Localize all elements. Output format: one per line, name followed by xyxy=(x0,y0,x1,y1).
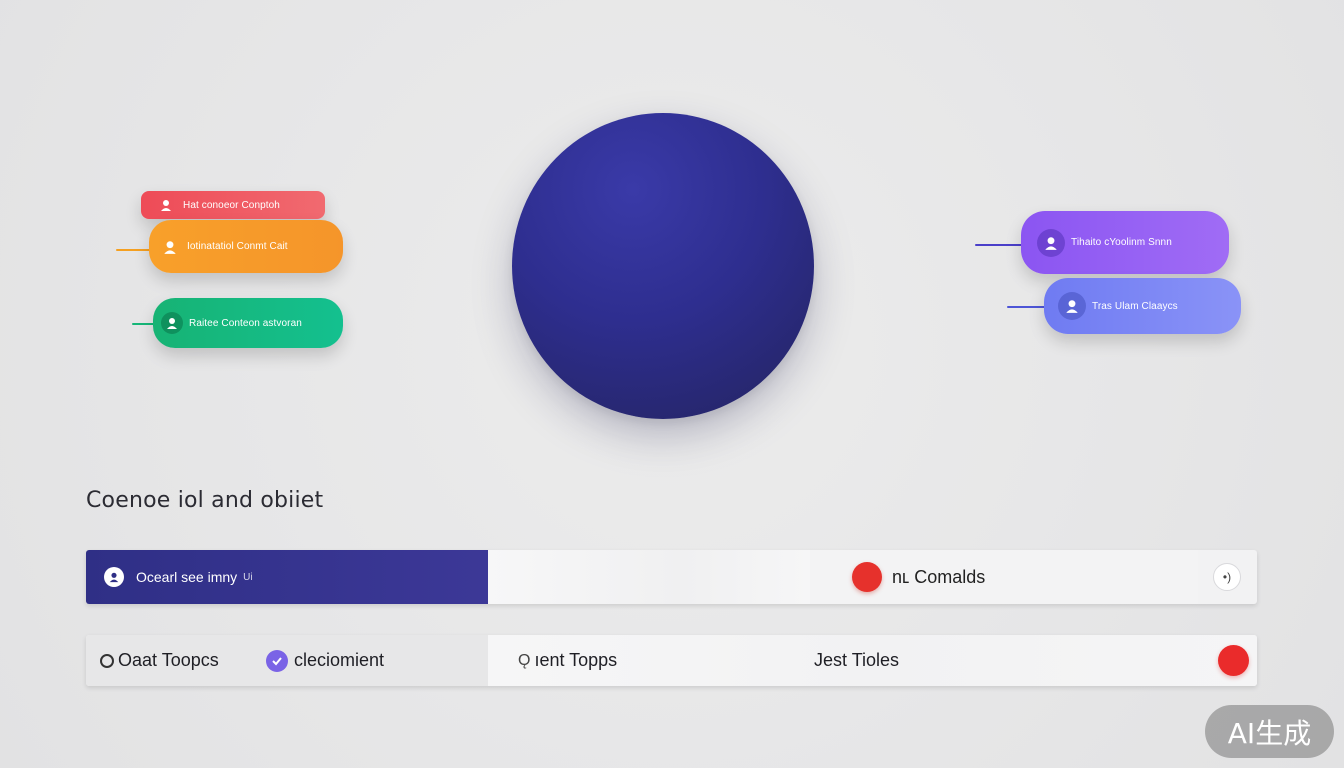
tab-label: cleciomient xyxy=(294,650,385,670)
tab-label: ıent Topps xyxy=(534,650,618,670)
row-segment-active[interactable]: Ocearl see imny Ui xyxy=(86,550,488,604)
user-icon xyxy=(104,567,124,587)
row-segment-commands[interactable]: nʟ Comalds xyxy=(810,550,1198,604)
row-label: nʟ Comalds xyxy=(892,566,986,587)
ai-generated-watermark: AI生成 xyxy=(1205,705,1334,758)
tag-label: Raitee Conteon astvoran xyxy=(189,317,302,329)
section-title: Coenoe iol and obiiet xyxy=(86,488,324,513)
radio-icon xyxy=(100,653,114,668)
hero-circle xyxy=(512,113,814,419)
row-label-suffix: Ui xyxy=(243,571,253,583)
tag-label: Iotinatatiol Conmt Cait xyxy=(187,241,288,252)
tag-pill-purple[interactable]: Tihaito cYoolinm Snnn xyxy=(1021,211,1229,274)
user-icon xyxy=(155,194,177,216)
refresh-icon: Ǫ xyxy=(518,651,531,669)
connector-line xyxy=(1007,306,1047,308)
record-button[interactable] xyxy=(1218,645,1249,676)
tab-label: Oaat Toopcs xyxy=(118,650,219,670)
check-icon xyxy=(266,649,288,672)
connector-line xyxy=(116,249,152,251)
user-icon xyxy=(1058,292,1086,320)
tag-pill-orange[interactable]: Iotinatatiol Conmt Cait xyxy=(149,220,343,273)
tag-pill-blue[interactable]: Tras Ulam Claaycs xyxy=(1044,278,1241,334)
user-icon xyxy=(1037,228,1065,257)
row-segment xyxy=(488,550,810,604)
row-label: Ocearl see imny xyxy=(136,569,238,585)
tab-item-3[interactable]: Ǫ ıent Topps xyxy=(518,635,617,686)
list-row-secondary[interactable]: Oaat Toopcs cleciomient Ǫ ıent Topps Jes… xyxy=(86,635,1257,686)
tag-pill-red[interactable]: Hat conoeor Conptoh xyxy=(141,191,325,219)
record-icon xyxy=(852,562,882,592)
user-icon xyxy=(159,236,181,258)
info-button[interactable]: •) xyxy=(1213,563,1241,591)
connector-line xyxy=(975,244,1023,246)
tag-label: Tras Ulam Claaycs xyxy=(1092,300,1178,312)
tag-label: Tihaito cYoolinm Snnn xyxy=(1071,237,1172,248)
canvas: Hat conoeor Conptoh Iotinatatiol Conmt C… xyxy=(0,0,1344,768)
user-icon xyxy=(161,312,183,334)
tag-label: Hat conoeor Conptoh xyxy=(183,199,280,211)
tab-item-4[interactable]: Jest Tioles xyxy=(814,635,899,686)
tab-item-1[interactable]: Oaat Toopcs xyxy=(100,635,219,686)
tab-label: Jest Tioles xyxy=(814,650,900,670)
tab-item-2[interactable]: cleciomient xyxy=(266,635,384,686)
list-row-primary[interactable]: Ocearl see imny Ui nʟ Comalds •) xyxy=(86,550,1257,604)
tag-pill-green[interactable]: Raitee Conteon astvoran xyxy=(153,298,343,348)
